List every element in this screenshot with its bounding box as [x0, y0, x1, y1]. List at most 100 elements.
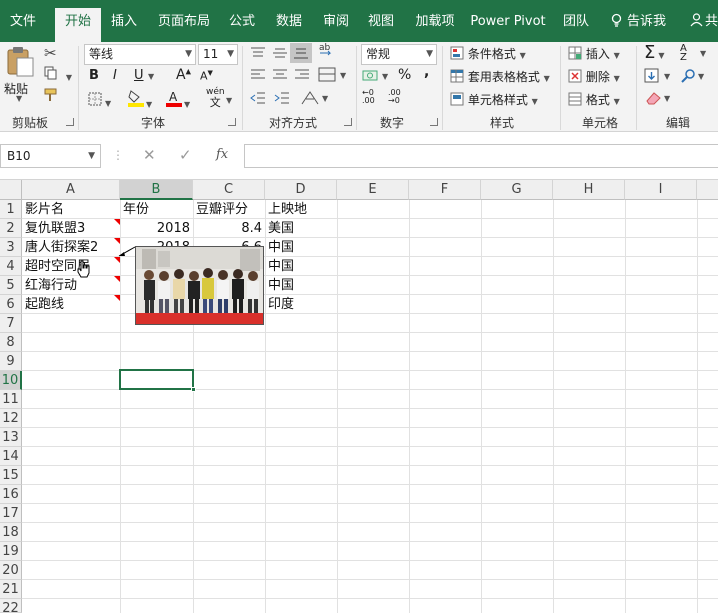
- cell-region[interactable]: 中国: [265, 276, 337, 295]
- number-format-select[interactable]: 常规 ▼: [361, 44, 437, 65]
- column-header-d[interactable]: D: [265, 180, 337, 200]
- row-header-7[interactable]: 7: [0, 314, 22, 333]
- borders-button[interactable]: ▼: [88, 92, 111, 109]
- active-cell-selection[interactable]: [119, 369, 196, 392]
- tab-page-layout[interactable]: 页面布局: [150, 8, 218, 35]
- formula-input[interactable]: [244, 144, 718, 168]
- row-header-3[interactable]: 3: [0, 238, 22, 257]
- cut-icon[interactable]: ✂: [44, 44, 57, 62]
- autosum-button[interactable]: Σ ▼: [644, 42, 665, 63]
- select-all-button[interactable]: [0, 180, 22, 200]
- font-color-button[interactable]: A ▼: [166, 89, 190, 110]
- cell-comment-picture[interactable]: [135, 246, 264, 325]
- align-middle-icon[interactable]: [272, 46, 288, 63]
- increase-indent-icon[interactable]: [274, 91, 290, 108]
- clipboard-launcher-icon[interactable]: [66, 118, 74, 126]
- italic-button[interactable]: I: [113, 68, 117, 83]
- column-header-f[interactable]: F: [409, 180, 481, 200]
- column-header-i[interactable]: I: [625, 180, 697, 200]
- tab-addins[interactable]: 加载项: [408, 8, 462, 35]
- share-button[interactable]: 共: [690, 8, 718, 35]
- text-direction-icon[interactable]: ▼: [300, 90, 328, 109]
- tab-review[interactable]: 审阅: [316, 8, 356, 35]
- cancel-icon[interactable]: ✕: [143, 146, 156, 164]
- number-launcher-icon[interactable]: [430, 118, 438, 126]
- format-painter-icon[interactable]: [44, 88, 60, 105]
- phonetic-dropdown-icon[interactable]: ▼: [226, 96, 232, 105]
- underline-dropdown-icon[interactable]: ▼: [148, 72, 154, 81]
- row-header-14[interactable]: 14: [0, 447, 22, 466]
- header-cell-year[interactable]: 年份: [120, 200, 193, 219]
- row-header-17[interactable]: 17: [0, 504, 22, 523]
- align-center-icon[interactable]: [272, 68, 288, 85]
- column-header-a[interactable]: A: [22, 180, 120, 200]
- fill-down-icon[interactable]: ▼: [644, 68, 670, 87]
- row-header-22[interactable]: 22: [0, 599, 22, 613]
- increase-decimal-icon[interactable]: ←0.00: [362, 89, 375, 105]
- sort-dropdown-icon[interactable]: ▼: [700, 49, 706, 58]
- row-header-6[interactable]: 6: [0, 295, 22, 314]
- column-header-b[interactable]: B: [120, 180, 193, 200]
- row-header-21[interactable]: 21: [0, 580, 22, 599]
- phonetic-button[interactable]: wén 文: [206, 88, 225, 109]
- cell-year[interactable]: 2018: [120, 219, 193, 238]
- font-name-select[interactable]: 等线 ▼: [84, 44, 196, 65]
- cell-movie[interactable]: 超时空同居: [22, 257, 120, 276]
- header-cell-rating[interactable]: 豆瓣评分: [193, 200, 265, 219]
- comma-button[interactable]: ,: [424, 64, 429, 80]
- clear-icon[interactable]: ▼: [644, 91, 670, 108]
- row-header-11[interactable]: 11: [0, 390, 22, 409]
- row-header-16[interactable]: 16: [0, 485, 22, 504]
- cell-movie[interactable]: 复仇联盟3: [22, 219, 120, 238]
- cell-region[interactable]: 印度: [265, 295, 337, 314]
- row-header-18[interactable]: 18: [0, 523, 22, 542]
- tab-team[interactable]: 团队: [555, 8, 597, 35]
- cell-region[interactable]: 中国: [265, 238, 337, 257]
- align-right-icon[interactable]: [294, 68, 310, 85]
- delete-cells-button[interactable]: 删除 ▼: [568, 68, 620, 85]
- copy-icon[interactable]: ▼: [44, 66, 72, 83]
- tell-me-search[interactable]: 告诉我: [610, 8, 666, 35]
- currency-icon[interactable]: ▼: [362, 68, 388, 87]
- cell-region[interactable]: 中国: [265, 257, 337, 276]
- orientation-icon[interactable]: ab: [316, 42, 336, 63]
- name-box[interactable]: B10 ▼: [0, 144, 101, 168]
- row-header-4[interactable]: 4: [0, 257, 22, 276]
- row-header-1[interactable]: 1: [0, 200, 22, 219]
- cell-movie[interactable]: 唐人街探案2: [22, 238, 120, 257]
- column-header-c[interactable]: C: [193, 180, 265, 200]
- column-header-g[interactable]: G: [481, 180, 553, 200]
- sort-filter-button[interactable]: AZ: [680, 44, 687, 63]
- align-top-icon[interactable]: [250, 46, 266, 63]
- row-header-12[interactable]: 12: [0, 409, 22, 428]
- cell-styles-button[interactable]: 单元格样式 ▼: [450, 91, 538, 108]
- cell-region[interactable]: 美国: [265, 219, 337, 238]
- tab-data[interactable]: 数据: [268, 8, 310, 35]
- align-bottom-icon[interactable]: [290, 43, 312, 63]
- fill-handle[interactable]: [191, 387, 196, 392]
- percent-button[interactable]: %: [398, 67, 411, 83]
- font-launcher-icon[interactable]: [228, 118, 236, 126]
- format-cells-button[interactable]: 格式 ▼: [568, 91, 620, 108]
- insert-function-icon[interactable]: fx: [216, 147, 228, 162]
- header-cell-region[interactable]: 上映地: [265, 200, 337, 219]
- wrap-text-icon[interactable]: ▼: [318, 67, 346, 86]
- worksheet-grid[interactable]: A B C D E F G H I 1 2 3 4 5 6 7 8 9 10 1…: [0, 180, 718, 613]
- grow-font-button[interactable]: A▲: [176, 67, 191, 83]
- tab-file[interactable]: 文件: [0, 8, 46, 35]
- tab-view[interactable]: 视图: [361, 8, 401, 35]
- column-header-h[interactable]: H: [553, 180, 625, 200]
- cell-movie[interactable]: 红海行动: [22, 276, 120, 295]
- tab-insert[interactable]: 插入: [103, 8, 145, 35]
- alignment-launcher-icon[interactable]: [344, 118, 352, 126]
- row-header-15[interactable]: 15: [0, 466, 22, 485]
- decrease-indent-icon[interactable]: [250, 91, 266, 108]
- font-size-select[interactable]: 11 ▼: [198, 44, 238, 65]
- underline-button[interactable]: U: [134, 68, 144, 83]
- column-header-e[interactable]: E: [337, 180, 409, 200]
- insert-cells-button[interactable]: 插入 ▼: [568, 45, 620, 62]
- shrink-font-button[interactable]: A▼: [200, 69, 213, 83]
- row-header-19[interactable]: 19: [0, 542, 22, 561]
- row-header-20[interactable]: 20: [0, 561, 22, 580]
- cell-rating[interactable]: 8.4: [193, 219, 265, 238]
